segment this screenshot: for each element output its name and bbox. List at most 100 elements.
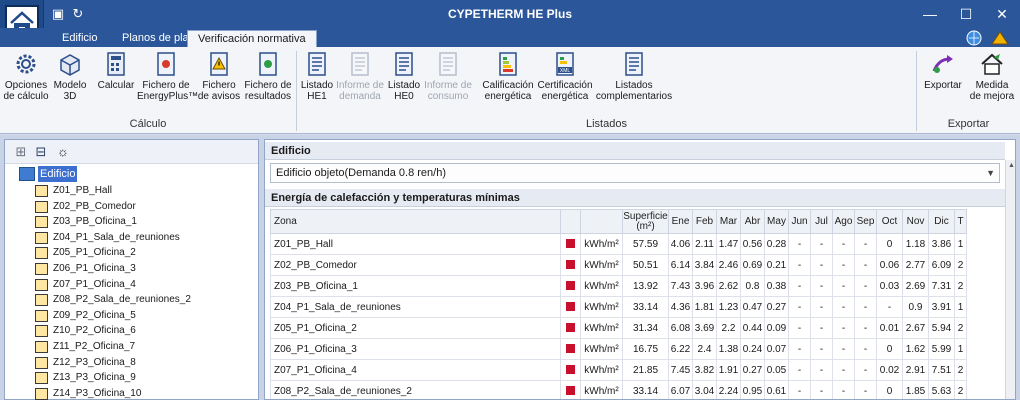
cell-month-value: 5.63 <box>928 380 955 399</box>
cell-unit: kWh/m² <box>580 254 623 276</box>
binoculars-icon[interactable]: ☼ <box>55 144 71 160</box>
cell-month-value: 3.86 <box>928 233 955 255</box>
cell-month-value: 3.82 <box>692 359 717 381</box>
color-swatch <box>566 302 575 312</box>
column-header-month: May <box>764 209 789 234</box>
cell-month-value: - <box>788 233 811 255</box>
cell-month-value: 2.46 <box>716 254 741 276</box>
collapse-tree-icon[interactable]: ⊞ <box>13 144 29 160</box>
fichero-de-avisos-button[interactable]: Fichero de avisos <box>196 51 242 102</box>
cell-month-value: 1 <box>954 233 967 255</box>
cell-unit: kWh/m² <box>580 359 623 381</box>
informe-de-consumo-button: Informe de consumo <box>423 51 473 102</box>
cell-month-value: 2 <box>954 380 967 399</box>
tree-item-label: Z12_P3_Oficina_8 <box>53 356 136 368</box>
cell-zona: Z01_PB_Hall <box>270 233 561 255</box>
cell-month-value: - <box>854 296 877 318</box>
minimize-button[interactable]: — <box>912 0 948 28</box>
opciones-de-calculo-button[interactable]: Opciones de cálculo <box>2 51 50 102</box>
color-swatch <box>566 260 575 270</box>
gear-icon <box>16 54 36 74</box>
tree-item-label: Z01_PB_Hall <box>53 185 112 196</box>
globe-icon[interactable] <box>966 30 982 46</box>
cell-month-value: - <box>810 233 833 255</box>
cell-unit: kWh/m² <box>580 233 623 255</box>
cell-month-value: 0.24 <box>740 338 765 360</box>
table-row[interactable]: Z03_PB_Oficina_1 kWh/m² 13.92 7.43 3.96 2.62 0… <box>270 275 967 297</box>
tab-edificio[interactable]: Edificio <box>52 30 107 47</box>
cell-unit: kWh/m² <box>580 380 623 399</box>
document-icon <box>308 52 326 76</box>
ribbon-tab-row: Edificio Planos de planta Verificación n… <box>0 28 1020 47</box>
table-row[interactable]: Z01_PB_Hall kWh/m² 57.59 4.06 2.11 1.47 0.56 0.… <box>270 233 967 255</box>
table-row[interactable]: Z02_PB_Comedor kWh/m² 50.51 6.14 3.84 2.46 0.6… <box>270 254 967 276</box>
cell-month-value: 0.56 <box>740 233 765 255</box>
close-button[interactable]: ✕ <box>984 0 1020 28</box>
certificacion-energetica-button[interactable]: XML Certificación energética <box>536 51 594 102</box>
export-icon <box>932 55 953 73</box>
column-header-month: Feb <box>692 209 717 234</box>
cell-color <box>560 338 581 360</box>
calificacion-energetica-button[interactable]: Calificación energética <box>481 51 535 102</box>
cell-zona: Z03_PB_Oficina_1 <box>270 275 561 297</box>
expand-tree-icon[interactable]: ⊟ <box>33 144 49 160</box>
scenario-dropdown[interactable]: Edificio objeto(Demanda 0.8 ren/h) ▼ <box>270 163 1000 183</box>
cell-color <box>560 359 581 381</box>
listado-he1-button[interactable]: Listado HE1 <box>299 51 335 102</box>
cell-superficie: 50.51 <box>622 254 669 276</box>
tab-verificacion-normativa[interactable]: Verificación normativa <box>187 30 317 47</box>
options-icon[interactable] <box>990 30 1010 46</box>
table-row[interactable]: Z08_P2_Sala_de_reuniones_2 kWh/m² 33.14 6.0… <box>270 380 967 399</box>
cell-month-value: 3.91 <box>928 296 955 318</box>
column-header-month: Mar <box>716 209 741 234</box>
table-row[interactable]: Z05_P1_Oficina_2 kWh/m² 31.34 6.08 3.69 2.2 0.… <box>270 317 967 339</box>
cell-month-value: 0 <box>876 233 903 255</box>
cell-superficie: 13.92 <box>622 275 669 297</box>
cell-month-value: 4.06 <box>668 233 693 255</box>
modelo-3d-button[interactable]: Modelo 3D <box>52 51 88 102</box>
listados-complementarios-button[interactable]: Listados complementarios <box>595 51 673 102</box>
fichero-de-resultados-button[interactable]: Fichero de resultados <box>243 51 293 102</box>
zone-icon <box>35 372 48 385</box>
cell-month-value: 0.07 <box>764 338 789 360</box>
column-header-month: Nov <box>902 209 929 234</box>
cell-superficie: 33.14 <box>622 380 669 399</box>
cell-month-value: 2.69 <box>902 275 929 297</box>
cell-month-value: 1.62 <box>902 338 929 360</box>
cell-month-value: 1 <box>954 296 967 318</box>
table-row[interactable]: Z04_P1_Sala_de_reuniones kWh/m² 33.14 4.36 1… <box>270 296 967 318</box>
vertical-scrollbar[interactable]: ▲ <box>1005 160 1015 399</box>
section-title: Energía de calefacción y temperaturas mí… <box>265 189 1005 207</box>
tree-item-label: Z10_P2_Oficina_6 <box>53 325 136 337</box>
cell-superficie: 33.14 <box>622 296 669 318</box>
cell-month-value: 6.07 <box>668 380 693 399</box>
calcular-button[interactable]: Calcular <box>96 51 136 91</box>
table-row[interactable]: Z06_P1_Oficina_3 kWh/m² 16.75 6.22 2.4 1.38 0.… <box>270 338 967 360</box>
medida-de-mejora-button[interactable]: Medida de mejora <box>968 51 1016 102</box>
table-row[interactable]: Z07_P1_Oficina_4 kWh/m² 21.85 7.45 3.82 1.91 0… <box>270 359 967 381</box>
exportar-button[interactable]: Exportar <box>922 51 964 91</box>
cell-month-value: - <box>788 338 811 360</box>
cube-3d-icon <box>60 54 80 76</box>
cell-month-value: - <box>832 296 855 318</box>
maximize-button[interactable]: ☐ <box>948 0 984 28</box>
listado-he0-button[interactable]: Listado HE0 <box>386 51 422 102</box>
tree-toolbar: ⊞ ⊟ ☼ <box>5 140 258 164</box>
cell-month-value: 0.44 <box>740 317 765 339</box>
zone-icon <box>35 387 48 400</box>
cell-month-value: 0.27 <box>764 296 789 318</box>
cell-superficie: 21.85 <box>622 359 669 381</box>
cell-month-value: 0.09 <box>764 317 789 339</box>
tree-item-label: Z11_P2_Oficina_7 <box>53 341 136 352</box>
fichero-energyplus-button[interactable]: Fichero de EnergyPlus™ <box>137 51 198 102</box>
cell-month-value: - <box>854 359 877 381</box>
tree-item-label: Z14_P3_Oficina_10 <box>53 387 142 399</box>
cell-month-value: - <box>854 254 877 276</box>
cell-month-value: 0.03 <box>876 275 903 297</box>
column-header-superficie: Superficie (m²) <box>622 209 669 234</box>
scroll-up-icon[interactable]: ▲ <box>1007 162 1015 169</box>
tree-item-label: Z02_PB_Comedor <box>53 200 136 212</box>
cell-month-value: 2.24 <box>716 380 741 399</box>
cell-month-value: - <box>876 296 903 318</box>
color-swatch <box>566 365 575 375</box>
